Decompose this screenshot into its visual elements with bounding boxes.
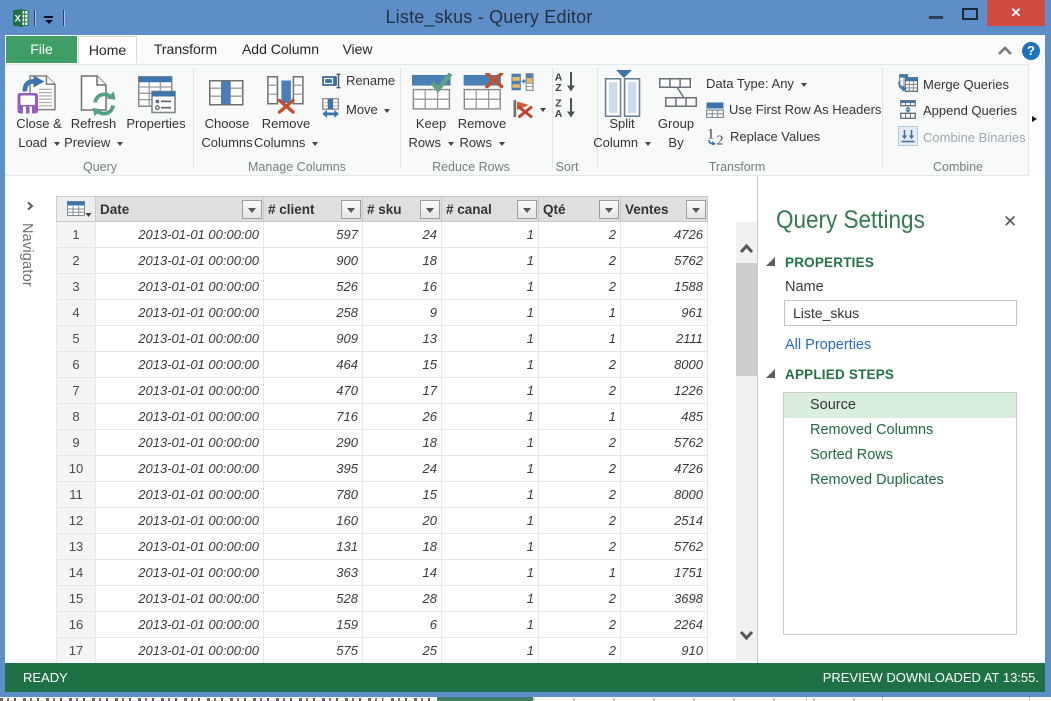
svg-text:2: 2 [717, 133, 724, 146]
svg-text:Z: Z [555, 82, 562, 92]
svg-text:A: A [555, 108, 563, 118]
